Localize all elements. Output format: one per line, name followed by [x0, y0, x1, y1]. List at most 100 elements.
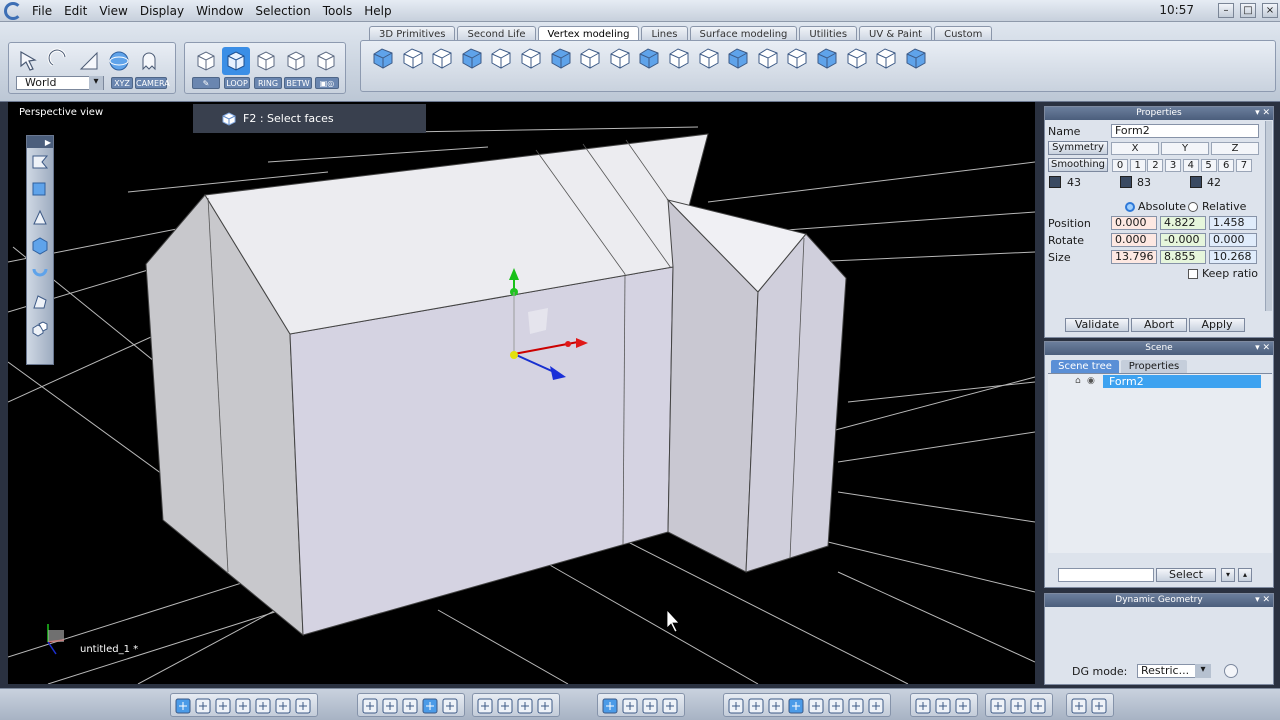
scene-item-form2[interactable]: Form2: [1103, 375, 1261, 388]
dg-dropdown-icon[interactable]: ▾: [1195, 664, 1211, 678]
smooth-icon[interactable]: [547, 44, 575, 72]
menu-tools[interactable]: Tools: [317, 4, 359, 18]
tab-utilities[interactable]: Utilities: [799, 26, 858, 41]
menu-help[interactable]: Help: [358, 4, 397, 18]
dg-panel-close-icon[interactable]: ▾ ✕: [1255, 594, 1270, 607]
select-edges-icon[interactable]: [252, 47, 280, 75]
cube-render-icon[interactable]: [990, 698, 1006, 714]
wire-globe-icon[interactable]: [748, 698, 764, 714]
rotate-icon[interactable]: [45, 47, 73, 75]
v-split-icon[interactable]: [235, 698, 251, 714]
zoom-icon[interactable]: [517, 698, 533, 714]
matte-sphere-icon[interactable]: [828, 698, 844, 714]
lasso-icon[interactable]: [27, 148, 53, 176]
rotate-view-icon[interactable]: [622, 698, 638, 714]
expand-strip-icon[interactable]: ▶: [27, 136, 53, 148]
symmetry-button[interactable]: Symmetry: [1048, 141, 1108, 155]
rotate-y[interactable]: -0.000: [1160, 233, 1206, 247]
select-objects-icon[interactable]: [282, 47, 310, 75]
menu-display[interactable]: Display: [134, 4, 190, 18]
smoothing-level-2[interactable]: 2: [1147, 159, 1164, 172]
bridge-icon[interactable]: [635, 44, 663, 72]
h-split-icon[interactable]: [215, 698, 231, 714]
visibility-icon[interactable]: [537, 698, 553, 714]
gear-settings-icon[interactable]: [902, 44, 930, 72]
texture-cube-icon[interactable]: [1010, 698, 1026, 714]
smoothing-level-6[interactable]: 6: [1218, 159, 1235, 172]
paint-select-icon[interactable]: ✎: [192, 77, 220, 89]
coord-space-select[interactable]: World: [16, 76, 104, 90]
select-vertices-icon[interactable]: [192, 47, 220, 75]
tab-uv-paint[interactable]: UV & Paint: [859, 26, 933, 41]
sculpt-icon[interactable]: [27, 288, 53, 316]
env-icon[interactable]: [955, 698, 971, 714]
tab-surface-modeling[interactable]: Surface modeling: [689, 26, 798, 41]
ring-button[interactable]: RING: [254, 77, 282, 89]
hand-icon[interactable]: [662, 698, 678, 714]
smooth-shade-icon[interactable]: [808, 698, 824, 714]
size-x[interactable]: 13.796: [1111, 250, 1157, 264]
tab-scene-properties[interactable]: Properties: [1121, 360, 1187, 373]
relative-radio[interactable]: [1188, 202, 1198, 212]
quad-view-icon[interactable]: [195, 698, 211, 714]
split-icon[interactable]: [695, 44, 723, 72]
smoothing-level-5[interactable]: 5: [1200, 159, 1217, 172]
group-select-icon[interactable]: [27, 316, 53, 344]
rotate-x[interactable]: 0.000: [1111, 233, 1157, 247]
scene-render[interactable]: [8, 102, 1035, 684]
flat-sphere-icon[interactable]: [848, 698, 864, 714]
add-point-icon[interactable]: [872, 44, 900, 72]
scale-icon[interactable]: [75, 47, 103, 75]
minimize-icon[interactable]: –: [1218, 3, 1234, 18]
position-z[interactable]: 1.458: [1209, 216, 1257, 230]
size-z[interactable]: 10.268: [1209, 250, 1257, 264]
menu-selection[interactable]: Selection: [249, 4, 316, 18]
material-icon[interactable]: [935, 698, 951, 714]
snapshot-icon[interactable]: [1071, 698, 1087, 714]
dg-toggle-icon[interactable]: [1224, 664, 1238, 678]
loop-button[interactable]: LOOP: [224, 77, 250, 89]
four-row-icon[interactable]: [275, 698, 291, 714]
scroll-up-icon[interactable]: ▴: [1238, 568, 1252, 582]
smoothing-button[interactable]: Smoothing: [1048, 158, 1108, 172]
bevel-icon[interactable]: [428, 44, 456, 72]
inset-icon[interactable]: [724, 44, 752, 72]
slice-icon[interactable]: [487, 44, 515, 72]
texture-icon[interactable]: [402, 698, 418, 714]
shell-icon[interactable]: [843, 44, 871, 72]
pan-view-icon[interactable]: [602, 698, 618, 714]
smoothing-level-0[interactable]: 0: [1112, 159, 1128, 172]
menu-edit[interactable]: Edit: [58, 4, 93, 18]
select-options-icon[interactable]: ▣◎: [315, 77, 339, 89]
tab-vertex-modeling[interactable]: Vertex modeling: [537, 26, 640, 41]
maximize-icon[interactable]: □: [1240, 3, 1256, 18]
box-icon[interactable]: [399, 44, 427, 72]
column-view-icon[interactable]: [295, 698, 311, 714]
move-vertex-icon[interactable]: [458, 44, 486, 72]
menu-view[interactable]: View: [93, 4, 133, 18]
abort-button[interactable]: Abort: [1131, 318, 1187, 332]
position-x[interactable]: 0.000: [1111, 216, 1157, 230]
wand-icon[interactable]: [382, 698, 398, 714]
universal-manip-icon[interactable]: [105, 47, 133, 75]
magnet-icon[interactable]: [27, 260, 53, 288]
sweep-icon[interactable]: [517, 44, 545, 72]
select-faces-icon[interactable]: [222, 47, 250, 75]
smoothing-level-7[interactable]: 7: [1235, 159, 1252, 172]
symmetry-y[interactable]: Y: [1161, 142, 1209, 155]
rect-select-icon[interactable]: [27, 176, 53, 204]
rotate-z[interactable]: 0.000: [1209, 233, 1257, 247]
ghost-icon[interactable]: [135, 47, 163, 75]
tab-custom[interactable]: Custom: [934, 26, 993, 41]
apply-button[interactable]: Apply: [1189, 318, 1245, 332]
shaded-icon[interactable]: [768, 698, 784, 714]
weld-icon[interactable]: [665, 44, 693, 72]
position-y[interactable]: 4.822: [1160, 216, 1206, 230]
symmetry-x[interactable]: X: [1111, 142, 1159, 155]
select-groups-icon[interactable]: [312, 47, 340, 75]
xyz-button[interactable]: XYZ: [111, 77, 133, 89]
scroll-down-icon[interactable]: ▾: [1221, 568, 1235, 582]
single-view-icon[interactable]: [175, 698, 191, 714]
name-field[interactable]: Form2: [1111, 124, 1259, 138]
close-icon[interactable]: ×: [1262, 3, 1278, 18]
